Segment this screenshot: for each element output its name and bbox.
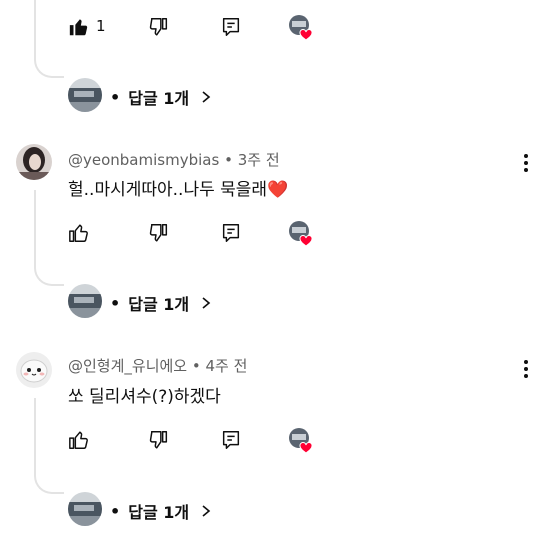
thread-connector [34, 468, 64, 494]
comment-author[interactable]: @yeonbamismybias [68, 151, 219, 169]
reply-icon[interactable] [220, 429, 242, 451]
thumbs-up-icon[interactable] [68, 16, 90, 38]
comment-meta: @인형계_유니에오 • 4주 전 [68, 355, 247, 376]
comment-time: 4주 전 [205, 357, 248, 375]
comment-body: 쏘 딜리셔수(?)하겠다 [68, 387, 221, 407]
replies-toggle[interactable]: • 답글 1개 [110, 291, 213, 315]
comment-text: 헐..마시게따아..나두 묵을래❤️ [68, 175, 288, 200]
thumbs-down-icon[interactable] [148, 429, 170, 451]
creator-heart-icon [289, 15, 313, 40]
thumbs-up-icon[interactable] [68, 429, 90, 451]
reply-icon[interactable] [220, 222, 242, 244]
thumbs-up-icon[interactable] [68, 222, 90, 244]
replies-label: 답글 1개 [128, 89, 190, 108]
red-heart-emoji: ❤️ [267, 180, 289, 200]
comment-body: 헐..마시게따아..나두 묵을래 [68, 180, 268, 200]
thread-line [34, 0, 36, 52]
replies-label: 답글 1개 [128, 295, 190, 314]
like-count: 1 [96, 17, 106, 35]
reply-icon[interactable] [220, 16, 242, 38]
separator-dot: • [110, 501, 121, 521]
thread-line [34, 190, 36, 260]
replies-toggle[interactable]: • 답글 1개 [110, 499, 213, 523]
thumbs-down-icon[interactable] [148, 16, 170, 38]
chevron-right-icon [202, 91, 211, 103]
more-vertical-icon[interactable] [516, 152, 536, 174]
thread-connector [34, 260, 64, 286]
more-vertical-icon[interactable] [516, 358, 536, 380]
avatar [68, 78, 102, 112]
creator-heart-icon [289, 221, 313, 246]
comment-text: 쏘 딜리셔수(?)하겠다 [68, 382, 221, 407]
separator-dot: • [224, 151, 238, 169]
avatar [68, 284, 102, 318]
replies-toggle[interactable]: • 답글 1개 [110, 85, 213, 109]
thread-line [34, 398, 36, 468]
chevron-right-icon [202, 297, 211, 309]
avatar [68, 492, 102, 526]
comment-meta: @yeonbamismybias • 3주 전 [68, 149, 280, 170]
creator-heart-icon [289, 428, 313, 453]
separator-dot: • [110, 293, 121, 313]
separator-dot: • [110, 87, 121, 107]
avatar[interactable] [16, 352, 52, 388]
comment-author[interactable]: @인형계_유니에오 [68, 357, 187, 375]
comment-time: 3주 전 [237, 151, 280, 169]
replies-label: 답글 1개 [128, 503, 190, 522]
chevron-right-icon [202, 505, 211, 517]
avatar[interactable] [16, 144, 52, 180]
thread-connector [34, 52, 64, 78]
separator-dot: • [191, 357, 206, 375]
thumbs-down-icon[interactable] [148, 222, 170, 244]
